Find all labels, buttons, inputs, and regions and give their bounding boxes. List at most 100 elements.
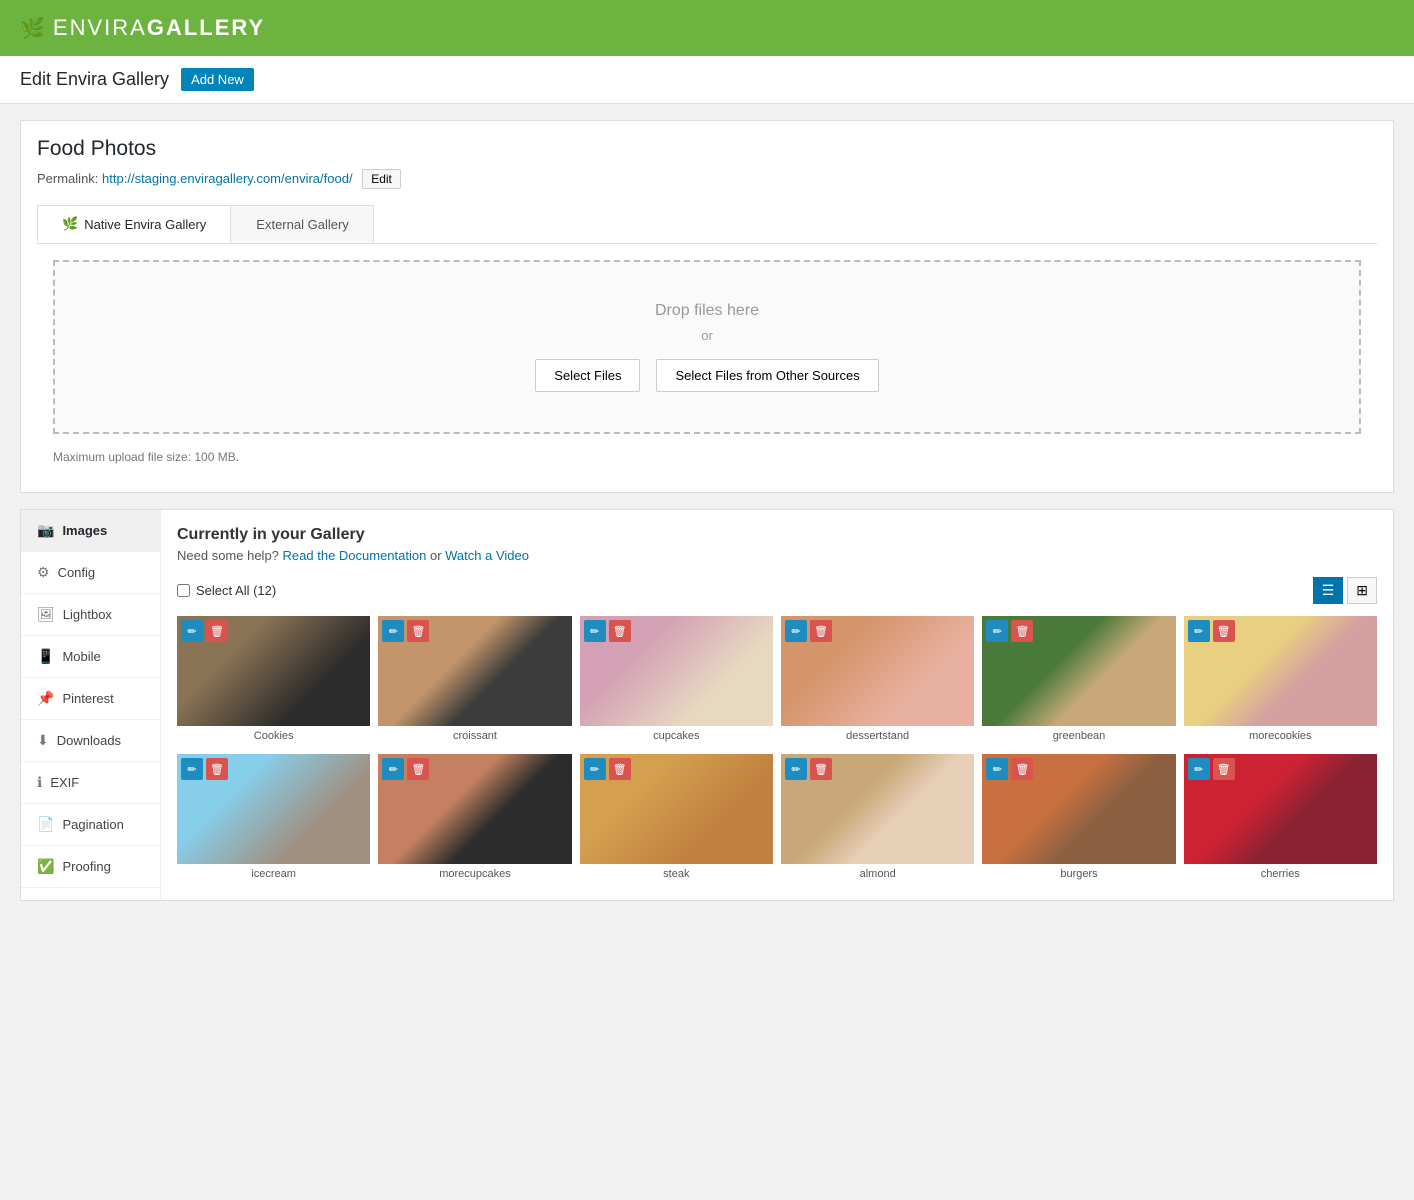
drop-zone-buttons: Select Files Select Files from Other Sou… <box>75 359 1339 392</box>
delete-image-button[interactable]: 🗑 <box>609 620 631 642</box>
edit-image-button[interactable]: ✏ <box>986 620 1008 642</box>
sidebar-item-downloads[interactable]: ⬇ Downloads <box>21 720 160 762</box>
image-actions: ✏ 🗑 <box>986 758 1033 780</box>
image-item: ✏ 🗑 croissant <box>378 616 571 746</box>
edit-image-button[interactable]: ✏ <box>785 758 807 780</box>
page-title: Edit Envira Gallery <box>20 69 169 90</box>
image-caption: Cookies <box>177 726 370 746</box>
delete-image-button[interactable]: 🗑 <box>609 758 631 780</box>
or-text: or <box>430 548 445 563</box>
sidebar-item-pinterest-label: Pinterest <box>62 691 113 706</box>
gallery-card-inner: Food Photos Permalink: http://staging.en… <box>21 121 1393 492</box>
delete-image-button[interactable]: 🗑 <box>810 758 832 780</box>
logo-text-light: ENVIRA <box>53 15 147 41</box>
gallery-help: Need some help? Read the Documentation o… <box>177 548 1377 563</box>
sidebar-item-pinterest[interactable]: 📌 Pinterest <box>21 678 160 720</box>
edit-image-button[interactable]: ✏ <box>785 620 807 642</box>
tabs-row: 🌿 Native Envira Gallery External Gallery <box>37 205 1377 244</box>
grid-view-button[interactable]: ⊞ <box>1347 577 1377 604</box>
delete-image-button[interactable]: 🗑 <box>810 620 832 642</box>
downloads-icon: ⬇ <box>37 732 49 749</box>
list-view-button[interactable]: ☰ <box>1313 577 1344 604</box>
image-caption: morecookies <box>1184 726 1377 746</box>
select-files-other-button[interactable]: Select Files from Other Sources <box>656 359 878 392</box>
logo-text-bold: GALLERY <box>147 15 265 41</box>
image-item: ✏ 🗑 almond <box>781 754 974 884</box>
image-actions: ✏ 🗑 <box>382 620 429 642</box>
gallery-card: Food Photos Permalink: http://staging.en… <box>20 120 1394 493</box>
video-link[interactable]: Watch a Video <box>445 548 529 563</box>
permalink-url[interactable]: http://staging.enviragallery.com/envira/… <box>102 171 353 186</box>
gallery-content: Currently in your Gallery Need some help… <box>161 510 1393 900</box>
sidebar-item-proofing-label: Proofing <box>62 859 110 874</box>
delete-image-button[interactable]: 🗑 <box>206 620 228 642</box>
sidebar-item-config[interactable]: ⚙ Config <box>21 552 160 594</box>
edit-image-button[interactable]: ✏ <box>584 758 606 780</box>
delete-image-button[interactable]: 🗑 <box>1011 758 1033 780</box>
sidebar-item-pagination-label: Pagination <box>62 817 123 832</box>
image-item: ✏ 🗑 burgers <box>982 754 1175 884</box>
gallery-toolbar: Select All (12) ☰ ⊞ <box>177 577 1377 604</box>
add-new-button[interactable]: Add New <box>181 68 254 91</box>
image-item: ✏ 🗑 cherries <box>1184 754 1377 884</box>
tab-external[interactable]: External Gallery <box>231 205 373 243</box>
edit-image-button[interactable]: ✏ <box>181 758 203 780</box>
delete-image-button[interactable]: 🗑 <box>1213 620 1235 642</box>
sidebar: 📷 Images ⚙ Config 🖼 Lightbox 📱 Mobile 📌 … <box>21 510 161 900</box>
select-all-label[interactable]: Select All (12) <box>177 583 276 598</box>
image-actions: ✏ 🗑 <box>986 620 1033 642</box>
sidebar-item-exif-label: EXIF <box>50 775 79 790</box>
permalink-row: Permalink: http://staging.enviragallery.… <box>37 169 1377 189</box>
image-item: ✏ 🗑 steak <box>580 754 773 884</box>
sidebar-item-mobile[interactable]: 📱 Mobile <box>21 636 160 678</box>
image-caption: almond <box>781 864 974 884</box>
image-actions: ✏ 🗑 <box>785 758 832 780</box>
image-item: ✏ 🗑 morecookies <box>1184 616 1377 746</box>
pinterest-icon: 📌 <box>37 690 54 707</box>
edit-image-button[interactable]: ✏ <box>584 620 606 642</box>
image-caption: croissant <box>378 726 571 746</box>
doc-link[interactable]: Read the Documentation <box>283 548 427 563</box>
lower-section: 📷 Images ⚙ Config 🖼 Lightbox 📱 Mobile 📌 … <box>20 509 1394 901</box>
delete-image-button[interactable]: 🗑 <box>206 758 228 780</box>
edit-image-button[interactable]: ✏ <box>1188 620 1210 642</box>
view-toggle: ☰ ⊞ <box>1313 577 1377 604</box>
sidebar-item-images[interactable]: 📷 Images <box>21 510 160 552</box>
image-item: ✏ 🗑 dessertstand <box>781 616 974 746</box>
edit-image-button[interactable]: ✏ <box>181 620 203 642</box>
delete-image-button[interactable]: 🗑 <box>407 620 429 642</box>
edit-image-button[interactable]: ✏ <box>1188 758 1210 780</box>
select-all-checkbox[interactable] <box>177 584 190 597</box>
image-actions: ✏ 🗑 <box>181 620 228 642</box>
sidebar-item-images-label: Images <box>62 523 107 538</box>
images-icon: 📷 <box>37 522 54 539</box>
tab-native[interactable]: 🌿 Native Envira Gallery <box>37 205 231 243</box>
main-container: Food Photos Permalink: http://staging.en… <box>0 104 1414 917</box>
image-actions: ✏ 🗑 <box>1188 758 1235 780</box>
sidebar-item-exif[interactable]: ℹ EXIF <box>21 762 160 804</box>
edit-image-button[interactable]: ✏ <box>986 758 1008 780</box>
image-caption: burgers <box>982 864 1175 884</box>
logo: 🌿 ENVIRAGALLERY <box>20 15 265 41</box>
image-item: ✏ 🗑 greenbean <box>982 616 1175 746</box>
image-caption: greenbean <box>982 726 1175 746</box>
pagination-icon: 📄 <box>37 816 54 833</box>
sidebar-item-proofing[interactable]: ✅ Proofing <box>21 846 160 888</box>
select-files-button[interactable]: Select Files <box>535 359 640 392</box>
edit-image-button[interactable]: ✏ <box>382 620 404 642</box>
sidebar-item-lightbox-label: Lightbox <box>63 607 112 622</box>
page-title-row: Edit Envira Gallery Add New <box>0 56 1414 104</box>
sidebar-item-pagination[interactable]: 📄 Pagination <box>21 804 160 846</box>
delete-image-button[interactable]: 🗑 <box>1213 758 1235 780</box>
image-caption: dessertstand <box>781 726 974 746</box>
delete-image-button[interactable]: 🗑 <box>1011 620 1033 642</box>
delete-image-button[interactable]: 🗑 <box>407 758 429 780</box>
image-caption: icecream <box>177 864 370 884</box>
image-actions: ✏ 🗑 <box>181 758 228 780</box>
gallery-title: Food Photos <box>37 137 1377 161</box>
lightbox-icon: 🖼 <box>37 606 55 623</box>
permalink-edit-button[interactable]: Edit <box>362 169 401 189</box>
help-text: Need some help? <box>177 548 279 563</box>
edit-image-button[interactable]: ✏ <box>382 758 404 780</box>
sidebar-item-lightbox[interactable]: 🖼 Lightbox <box>21 594 160 636</box>
